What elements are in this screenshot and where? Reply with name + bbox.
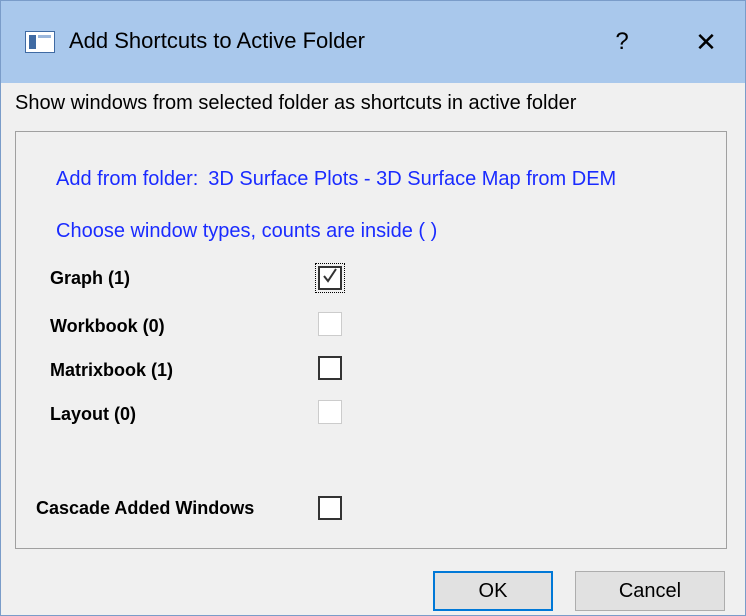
window-title: Add Shortcuts to Active Folder: [69, 28, 365, 53]
close-button[interactable]: ✕: [681, 23, 731, 61]
cancel-button[interactable]: Cancel: [575, 571, 725, 611]
dialog-description: Show windows from selected folder as sho…: [15, 92, 577, 114]
title-bar[interactable]: Add Shortcuts to Active Folder ? ✕: [1, 1, 745, 83]
cascade-checkbox[interactable]: [318, 496, 342, 520]
app-window-icon: [25, 31, 55, 53]
layout-label: Layout (0): [50, 404, 137, 424]
matrixbook-label: Matrixbook (1): [50, 360, 174, 380]
workbook-label: Workbook (0): [50, 316, 165, 336]
checkmark-icon: [323, 268, 337, 283]
ok-button[interactable]: OK: [433, 571, 553, 611]
help-button[interactable]: ?: [597, 23, 647, 61]
workbook-checkbox[interactable]: [318, 312, 342, 336]
cascade-label: Cascade Added Windows: [36, 498, 255, 518]
options-group: Add from folder: 3D Surface Plots - 3D Su…: [15, 131, 727, 549]
folder-prefix-label: Add from folder:: [56, 168, 199, 190]
add-from-folder-line: Add from folder: 3D Surface Plots - 3D Su…: [56, 168, 616, 191]
choose-types-label: Choose window types, counts are inside (…: [56, 220, 438, 242]
graph-label: Graph (1): [50, 268, 131, 288]
folder-name-label: 3D Surface Plots - 3D Surface Map from D…: [208, 168, 617, 190]
matrixbook-checkbox[interactable]: [318, 356, 342, 380]
graph-checkbox[interactable]: [315, 263, 345, 293]
layout-checkbox[interactable]: [318, 400, 342, 424]
dialog: Add Shortcuts to Active Folder ? ✕ Show …: [0, 0, 746, 616]
